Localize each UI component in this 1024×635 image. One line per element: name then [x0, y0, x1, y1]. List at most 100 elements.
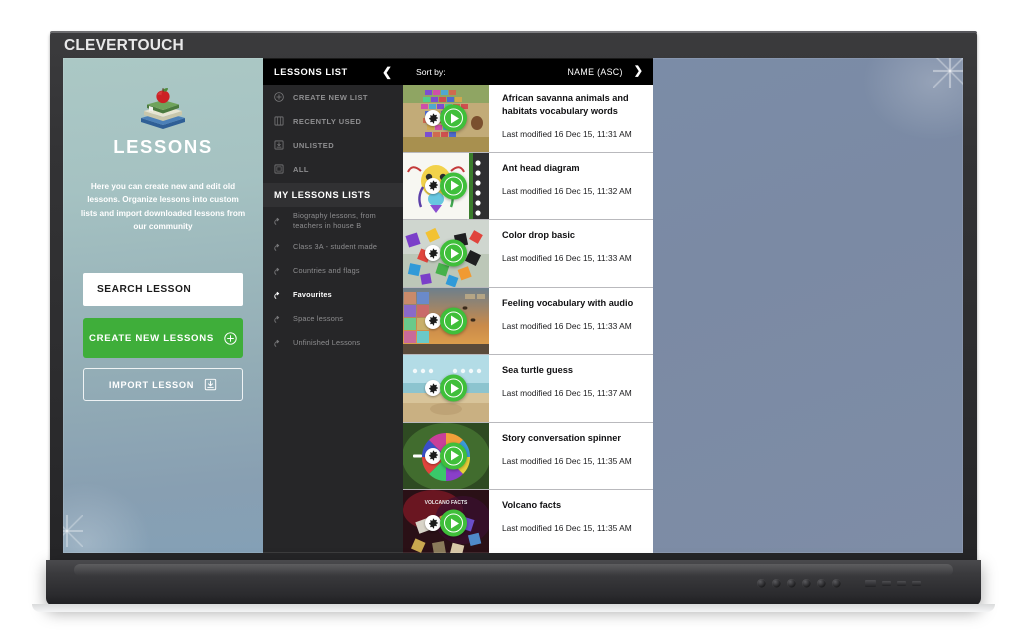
- lesson-settings-icon[interactable]: [425, 245, 441, 262]
- import-lesson-button[interactable]: IMPORT LESSON: [83, 368, 243, 402]
- chin-sheen: [74, 564, 953, 576]
- device-stand-base: [32, 604, 995, 612]
- lesson-thumbnail-savanna-word-tiles: [403, 85, 489, 152]
- plus-circle-icon: [274, 92, 284, 102]
- lesson-play-button[interactable]: [440, 172, 467, 200]
- bezel-highlight: [50, 31, 977, 33]
- sidebar-item-unlisted[interactable]: UNLISTED: [263, 133, 403, 157]
- folder-tag-icon: [274, 314, 284, 324]
- import-lesson-label: IMPORT LESSON: [108, 379, 195, 390]
- my-lessons-lists-section-title: MY LESSONS LISTS: [263, 183, 403, 207]
- svg-text:VOLCANO FACTS: VOLCANO FACTS: [425, 500, 468, 506]
- sort-by-value[interactable]: NAME (ASC): [567, 67, 622, 77]
- list-item-favourites[interactable]: Favourites: [263, 283, 403, 307]
- lesson-row[interactable]: Ant head diagram Last modified 16 Dec 15…: [403, 152, 653, 220]
- play-ring: [444, 176, 463, 196]
- sidebar-item-label: RECENTLY USED: [293, 116, 362, 126]
- lesson-meta: Story conversation spinner Last modified…: [489, 423, 653, 490]
- lessons-content-column: Sort by: NAME (ASC) ❯ African savanna an…: [403, 58, 653, 553]
- device-port: [897, 581, 906, 586]
- play-ring: [444, 513, 463, 533]
- control-button[interactable]: [757, 579, 766, 588]
- sidebar-item-create-new-list[interactable]: CREATE NEW LIST: [263, 85, 403, 109]
- sidebar-item-all[interactable]: ALL: [263, 157, 403, 181]
- search-lesson-input[interactable]: SEARCH LESSON: [83, 273, 243, 307]
- lesson-thumbnail-color-wheel-spinner: [403, 422, 489, 489]
- lesson-row[interactable]: African savanna animals and habitats voc…: [403, 85, 653, 153]
- square-icon: [274, 164, 284, 174]
- lessons-list-header: LESSONS LIST ❮: [263, 58, 403, 85]
- lesson-settings-icon[interactable]: [425, 312, 441, 329]
- lesson-settings-icon[interactable]: [425, 177, 441, 194]
- sidebar-item-label: ALL: [293, 164, 309, 174]
- chevron-left-icon[interactable]: ❮: [382, 66, 392, 78]
- lesson-settings-icon[interactable]: [425, 447, 441, 464]
- lesson-modified: Last modified 16 Dec 15, 11:37 AM: [502, 388, 632, 399]
- lesson-thumbnail-ant-head-diagram: [403, 152, 489, 219]
- control-button[interactable]: [832, 579, 841, 588]
- lesson-title: Volcano facts: [502, 500, 562, 510]
- lesson-meta: African savanna animals and habitats voc…: [489, 85, 653, 152]
- lessons-list-header-title: LESSONS LIST: [274, 66, 348, 77]
- plus-circle-icon: [224, 331, 237, 345]
- list-item-label: Countries and flags: [293, 265, 360, 275]
- control-button[interactable]: [772, 579, 781, 588]
- folder-tag-icon: [274, 242, 284, 252]
- lesson-play-button[interactable]: [440, 307, 467, 335]
- play-ring: [444, 243, 463, 263]
- lesson-meta: Ant head diagram Last modified 16 Dec 15…: [489, 153, 653, 220]
- list-item-countries-and-flags[interactable]: Countries and flags: [263, 259, 403, 283]
- control-button[interactable]: [787, 579, 796, 588]
- list-item-class-3a[interactable]: Class 3A - student made: [263, 235, 403, 259]
- lesson-row[interactable]: Color drop basic Last modified 16 Dec 15…: [403, 220, 653, 288]
- lesson-play-button[interactable]: [440, 239, 467, 267]
- clevertouch-display-device: CLEVERTOUCH LESSONS Here you can create …: [32, 31, 995, 612]
- control-button[interactable]: [802, 579, 811, 588]
- download-box-icon: [204, 378, 217, 391]
- lessons-list-sidebar: LESSONS LIST ❮ CREATE NEW LIST RECENTLY …: [263, 58, 403, 553]
- control-button[interactable]: [817, 579, 826, 588]
- lesson-thumbnail-sea-turtle-beach: ♥: [403, 355, 489, 422]
- sidebar-item-label: CREATE NEW LIST: [293, 92, 368, 102]
- section-label: MY LESSONS LISTS: [274, 190, 371, 200]
- lesson-row[interactable]: VOLCANO FACTS Volcano facts Last modifie…: [403, 490, 653, 553]
- lesson-row[interactable]: Feeling vocabulary with audio Last modif…: [403, 287, 653, 355]
- folder-tag-icon: [274, 216, 284, 226]
- grid-square-icon: [274, 116, 284, 126]
- chevron-down-icon[interactable]: ❯: [634, 66, 643, 77]
- lesson-settings-icon[interactable]: [425, 110, 441, 127]
- search-lesson-text: SEARCH LESSON: [97, 284, 192, 296]
- list-item-space-lessons[interactable]: Space lessons: [263, 307, 403, 331]
- lesson-modified: Last modified 16 Dec 15, 11:33 AM: [502, 253, 632, 264]
- lesson-row[interactable]: ♥ Sea turtle guess Last modified 16 Dec …: [403, 355, 653, 423]
- list-item-label: Favourites: [293, 289, 332, 299]
- create-new-lessons-button[interactable]: CREATE NEW LESSONS: [83, 318, 243, 359]
- lesson-modified: Last modified 16 Dec 15, 11:32 AM: [502, 185, 632, 196]
- lesson-play-button[interactable]: [440, 509, 467, 537]
- list-item-biography-lessons[interactable]: Biography lessons, from teachers in hous…: [263, 207, 403, 235]
- lesson-row[interactable]: Story conversation spinner Last modified…: [403, 422, 653, 490]
- screen: LESSONS Here you can create new and edit…: [63, 58, 963, 553]
- lesson-settings-icon[interactable]: [425, 380, 441, 397]
- stacked-books-apple-icon: [135, 86, 191, 132]
- lesson-settings-icon[interactable]: [425, 515, 441, 532]
- device-port: [912, 581, 921, 586]
- lesson-title: Feeling vocabulary with audio: [502, 297, 634, 308]
- lesson-meta: Sea turtle guess Last modified 16 Dec 15…: [489, 355, 653, 422]
- lesson-play-button[interactable]: [440, 374, 467, 402]
- remove-icon[interactable]: [413, 454, 422, 458]
- lessons-rows: African savanna animals and habitats voc…: [403, 85, 653, 553]
- lesson-thumbnail-feeling-faces-sunset: [403, 287, 489, 354]
- sidebar-item-recently-used[interactable]: RECENTLY USED: [263, 109, 403, 133]
- list-item-label: Space lessons: [293, 313, 344, 323]
- lesson-play-button[interactable]: [440, 442, 467, 470]
- folder-tag-icon: [274, 290, 284, 300]
- list-item-unfinished-lessons[interactable]: Unfinished Lessons: [263, 331, 403, 355]
- lesson-modified: Last modified 16 Dec 15, 11:35 AM: [502, 455, 632, 466]
- lesson-play-button[interactable]: [440, 104, 467, 132]
- lesson-modified: Last modified 16 Dec 15, 11:31 AM: [502, 129, 632, 140]
- lesson-thumbnail-color-drop-tiles: [403, 220, 489, 287]
- desktop-background[interactable]: [653, 58, 963, 553]
- lesson-meta: Color drop basic Last modified 16 Dec 15…: [489, 220, 653, 287]
- lesson-title: Color drop basic: [502, 230, 575, 240]
